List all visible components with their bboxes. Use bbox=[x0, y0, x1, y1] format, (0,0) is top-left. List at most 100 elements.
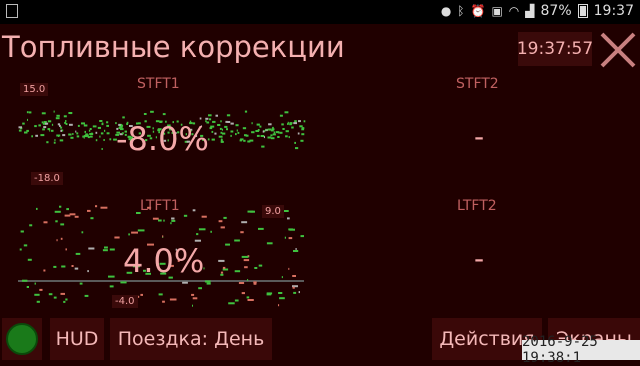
ltft1-trace-dot bbox=[114, 236, 120, 239]
ltft1-trace-dot bbox=[102, 249, 108, 252]
ltft1-trace-dot bbox=[283, 210, 289, 212]
ltft1-trace-dot bbox=[152, 217, 159, 220]
stft1-trace-dot bbox=[34, 125, 37, 128]
stft1-trace-dot bbox=[221, 138, 223, 141]
ltft1-trace-dot bbox=[75, 252, 81, 255]
ltft1-trace-dot bbox=[266, 293, 272, 296]
bluetooth-icon: ᛒ bbox=[457, 4, 465, 18]
stft1-trace-dot bbox=[208, 114, 212, 117]
stft1-trace-dot bbox=[217, 124, 221, 126]
ltft1-trace-dot bbox=[81, 231, 84, 234]
stft1-trace-dot bbox=[267, 128, 271, 131]
stft1-trace-dot bbox=[84, 130, 86, 133]
ltft1-trace-dot bbox=[104, 246, 108, 249]
ltft1-trace-dot bbox=[34, 282, 36, 285]
stft1-trace-dot bbox=[214, 132, 217, 135]
stft1-trace-dot bbox=[53, 141, 56, 144]
ltft1-trace-dot bbox=[279, 297, 285, 300]
stft1-trace-dot bbox=[226, 114, 231, 117]
stft1-trace-dot bbox=[262, 130, 265, 133]
stft1-trace-dot bbox=[43, 121, 47, 123]
ltft1-trace-dot bbox=[95, 205, 98, 208]
ltft1-trace-dot bbox=[60, 292, 65, 295]
ltft1-trace-dot bbox=[108, 275, 115, 278]
stft1-trace-dot bbox=[76, 135, 80, 138]
ltft1-min-tag: -4.0 bbox=[112, 295, 138, 308]
stft1-trace-dot bbox=[101, 148, 103, 150]
hud-button[interactable]: HUD bbox=[50, 318, 104, 360]
ltft1-trace-dot bbox=[295, 248, 297, 250]
stft1-trace-dot bbox=[211, 130, 214, 133]
stft1-trace-dot bbox=[150, 110, 154, 113]
stft1-trace-dot bbox=[259, 125, 262, 128]
stft1-trace-dot bbox=[209, 127, 213, 130]
ltft1-trace-dot bbox=[171, 219, 176, 222]
stft1-trace-dot bbox=[46, 141, 49, 144]
ltft1-trace-dot bbox=[23, 244, 28, 247]
stft2-value: - bbox=[474, 120, 485, 153]
trip-button[interactable]: Поездка: День bbox=[110, 318, 272, 360]
stft1-trace-dot bbox=[106, 132, 110, 135]
status-indicator-button[interactable] bbox=[2, 318, 42, 360]
stft1-trace-dot bbox=[298, 120, 301, 123]
ltft1-trace-dot bbox=[120, 281, 127, 284]
ltft1-trace-dot bbox=[222, 266, 226, 269]
stft1-trace-dot bbox=[279, 131, 283, 134]
ltft1-trace-dot bbox=[240, 231, 244, 234]
close-icon[interactable] bbox=[598, 30, 638, 70]
stft1-trace-dot bbox=[237, 131, 240, 134]
stft1-trace-dot bbox=[106, 124, 109, 127]
ltft1-trace-dot bbox=[90, 217, 94, 220]
ltft1-trace-dot bbox=[53, 296, 57, 299]
stft1-trace-dot bbox=[220, 140, 224, 143]
ltft1-trace-dot bbox=[284, 236, 286, 239]
stft1-trace-dot bbox=[99, 120, 103, 122]
ltft1-trace-dot bbox=[238, 282, 245, 284]
stft1-trace-dot bbox=[76, 132, 79, 135]
ltft1-trace-dot bbox=[84, 294, 89, 297]
stft1-trace-dot bbox=[82, 135, 84, 138]
stft1-trace-dot bbox=[63, 115, 67, 118]
ltft2-label: LTFT2 bbox=[457, 198, 497, 214]
stft1-max-tag: 15.0 bbox=[20, 83, 49, 96]
stft1-trace-dot bbox=[44, 122, 49, 125]
fuel-trim-panel: STFT1 STFT2 LTFT1 LTFT2 -8.0% - 4.0% - 1… bbox=[0, 70, 640, 320]
ltft1-trace-dot bbox=[287, 217, 290, 220]
stft1-trace-dot bbox=[256, 134, 260, 137]
stft1-trace-dot bbox=[219, 127, 222, 130]
ltft1-trace-dot bbox=[289, 228, 295, 231]
stft1-trace-dot bbox=[235, 133, 237, 136]
stft1-trace-dot bbox=[301, 127, 305, 130]
stft1-trace-dot bbox=[143, 113, 147, 115]
ltft1-trace-dot bbox=[88, 247, 95, 250]
badge-icon: ▣ bbox=[491, 4, 503, 18]
ltft1-trace-dot bbox=[55, 220, 58, 223]
stft1-trace-dot bbox=[104, 129, 106, 132]
ltft1-trace-dot bbox=[100, 206, 108, 209]
stft1-trace-dot bbox=[291, 126, 294, 129]
status-bar: ● ᛒ ⏰ ▣ ◠ ▟ 87% 19:37 bbox=[0, 0, 640, 24]
stft1-trace-dot bbox=[95, 139, 98, 142]
ltft1-trace-dot bbox=[60, 237, 63, 240]
stft1-trace-dot bbox=[43, 126, 47, 129]
stft1-trace-dot bbox=[65, 120, 67, 122]
ltft1-trace-dot bbox=[183, 214, 188, 217]
ltft1-trace-dot bbox=[247, 279, 249, 281]
stft1-trace-dot bbox=[47, 128, 49, 131]
battery-icon bbox=[577, 4, 588, 18]
stft1-trace-dot bbox=[225, 120, 228, 123]
ltft1-trace-dot bbox=[54, 210, 61, 213]
stft1-trace-dot bbox=[277, 131, 280, 134]
stft1-trace-dot bbox=[42, 128, 45, 131]
ltft1-trace-dot bbox=[204, 280, 211, 283]
ltft1-trace-dot bbox=[218, 220, 223, 223]
ltft1-trace-dot bbox=[74, 215, 79, 218]
stft1-trace-dot bbox=[230, 122, 234, 125]
stft1-trace-dot bbox=[51, 129, 54, 132]
ltft1-trace-dot bbox=[198, 287, 202, 290]
ltft1-trace-dot bbox=[182, 281, 188, 284]
stft1-trace-dot bbox=[69, 123, 73, 126]
ltft1-trace-dot bbox=[36, 207, 38, 210]
ltft1-trace-dot bbox=[36, 300, 40, 303]
stft1-trace-dot bbox=[103, 139, 105, 141]
